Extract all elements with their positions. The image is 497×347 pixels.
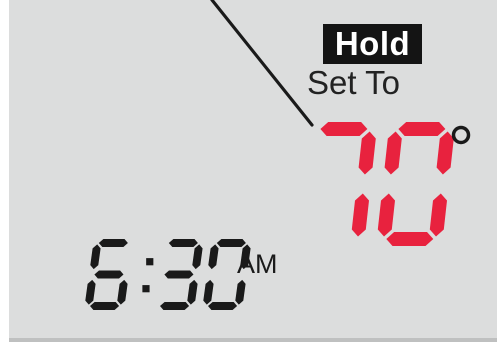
segment-a xyxy=(398,122,446,136)
colon-dot xyxy=(142,285,150,293)
segment-b xyxy=(358,131,376,175)
segment-d xyxy=(208,302,238,310)
colon-dot xyxy=(146,258,154,266)
clock-digit-0 xyxy=(85,239,128,310)
segment-f xyxy=(384,131,402,175)
segment-a xyxy=(216,239,246,247)
segment-c xyxy=(351,193,369,237)
segment-a xyxy=(320,122,368,136)
segment-e xyxy=(203,279,214,305)
setpoint-digit-1 xyxy=(377,122,454,246)
segment-d xyxy=(160,302,190,310)
clock-period-label: AM xyxy=(237,249,278,279)
setpoint-temperature-digits xyxy=(320,122,454,246)
degree-ring xyxy=(451,125,471,145)
clock-time-digits xyxy=(85,239,251,310)
segment-g xyxy=(94,270,124,279)
seven-segment-digits xyxy=(85,122,471,310)
segment-f xyxy=(208,244,219,270)
segment-a xyxy=(168,239,198,247)
segment-c xyxy=(117,279,128,305)
segment-a xyxy=(98,239,128,247)
setpoint-digit-0 xyxy=(320,122,376,237)
degree-symbol xyxy=(451,125,471,145)
segment-f xyxy=(90,244,101,270)
segment-e xyxy=(377,193,395,237)
segment-c xyxy=(187,279,198,305)
segment-b xyxy=(436,131,454,175)
segment-d xyxy=(386,232,434,246)
segment-c xyxy=(429,193,447,237)
thermostat-display-callout: Hold Set To AM 70 ° 6:30 xyxy=(0,0,497,347)
segment-d xyxy=(90,302,120,310)
segment-c xyxy=(235,279,246,305)
segment-e xyxy=(85,279,96,305)
segment-b xyxy=(192,244,203,270)
clock-digit-1 xyxy=(160,239,203,310)
segment-g xyxy=(164,270,194,279)
